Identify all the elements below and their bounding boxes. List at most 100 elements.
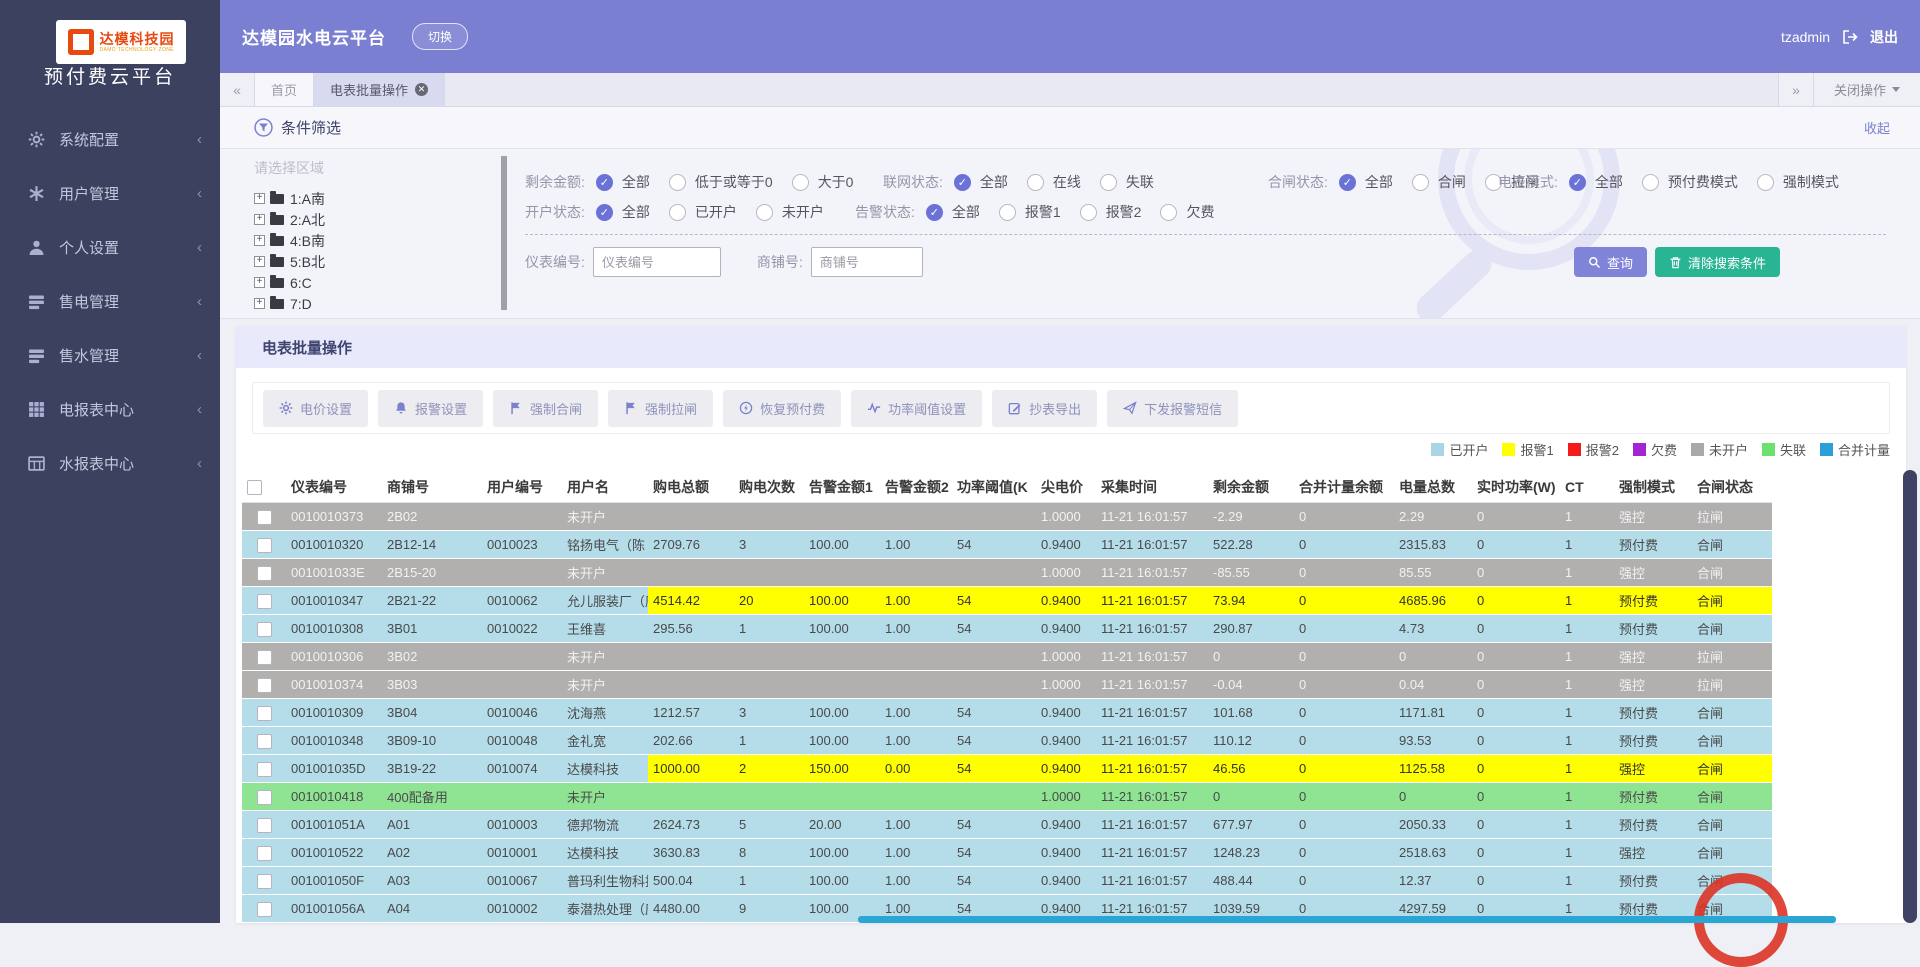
toolbar-button-6[interactable]: 抄表导出 — [992, 390, 1097, 427]
row-checkbox[interactable] — [257, 622, 272, 637]
toolbar-button-3[interactable]: 强制拉闸 — [608, 390, 713, 427]
tree-expander-icon[interactable]: + — [254, 277, 265, 288]
radio-checked[interactable]: ✓ — [954, 174, 971, 191]
tree-expander-icon[interactable]: + — [254, 214, 265, 225]
row-checkbox[interactable] — [257, 678, 272, 693]
tree-node-2[interactable]: +4:B南 — [254, 230, 494, 251]
tree-node-label[interactable]: 2:A北 — [290, 210, 325, 230]
tree-node-label[interactable]: 5:B北 — [290, 252, 325, 272]
row-checkbox[interactable] — [257, 566, 272, 581]
tree-expander-icon[interactable]: + — [254, 256, 265, 267]
select-all-checkbox[interactable] — [247, 480, 262, 495]
radio-unchecked[interactable] — [1642, 174, 1659, 191]
row-checkbox[interactable] — [257, 874, 272, 889]
radio-option-label[interactable]: 失联 — [1126, 172, 1154, 192]
tree-node-label[interactable]: 4:B南 — [290, 231, 325, 251]
row-checkbox[interactable] — [257, 818, 272, 833]
tab-0[interactable]: 首页 — [255, 73, 314, 106]
radio-option-label[interactable]: 欠费 — [1186, 202, 1214, 222]
row-checkbox[interactable] — [257, 650, 272, 665]
vertical-scrollbar[interactable] — [1903, 470, 1917, 923]
shop-no-input[interactable] — [811, 247, 923, 277]
tree-node-label[interactable]: 6:C — [290, 275, 312, 291]
scroll-tabs-left-icon[interactable]: « — [220, 73, 255, 106]
horizontal-scrollbar[interactable] — [858, 916, 1836, 923]
row-checkbox[interactable] — [257, 594, 272, 609]
logout-button[interactable]: 退出 — [1870, 27, 1898, 47]
close-operations-dropdown[interactable]: 关闭操作 — [1813, 73, 1920, 106]
tree-node-1[interactable]: +2:A北 — [254, 209, 494, 230]
logout-icon[interactable] — [1842, 29, 1858, 45]
sidebar-item-5[interactable]: 电报表中心‹ — [0, 382, 220, 436]
radio-unchecked[interactable] — [1027, 174, 1044, 191]
row-checkbox[interactable] — [257, 762, 272, 777]
clear-search-button[interactable]: 清除搜索条件 — [1655, 247, 1780, 277]
sidebar-item-6[interactable]: 水报表中心‹ — [0, 436, 220, 490]
switch-button[interactable]: 切换 — [412, 23, 468, 50]
sidebar-item-2[interactable]: 个人设置‹ — [0, 220, 220, 274]
sidebar-item-1[interactable]: 用户管理‹ — [0, 166, 220, 220]
radio-option-label[interactable]: 全部 — [622, 202, 650, 222]
radio-unchecked[interactable] — [792, 174, 809, 191]
meter-no-input[interactable] — [593, 247, 721, 277]
radio-option-label[interactable]: 已开户 — [695, 202, 737, 222]
radio-unchecked[interactable] — [1080, 204, 1097, 221]
radio-unchecked[interactable] — [1160, 204, 1177, 221]
radio-option-label[interactable]: 全部 — [952, 202, 980, 222]
radio-unchecked[interactable] — [669, 174, 686, 191]
radio-option-label[interactable]: 预付费模式 — [1668, 172, 1738, 192]
tree-node-5[interactable]: +7:D — [254, 293, 494, 314]
radio-option-label[interactable]: 大于0 — [818, 172, 854, 192]
row-checkbox[interactable] — [257, 902, 272, 917]
radio-option-label[interactable]: 未开户 — [782, 202, 824, 222]
row-checkbox[interactable] — [257, 846, 272, 861]
radio-option-label[interactable]: 低于或等于0 — [695, 172, 773, 192]
sidebar-item-0[interactable]: 系统配置‹ — [0, 112, 220, 166]
tree-node-0[interactable]: +1:A南 — [254, 188, 494, 209]
row-checkbox[interactable] — [257, 706, 272, 721]
radio-unchecked[interactable] — [1100, 174, 1117, 191]
toolbar-button-2[interactable]: 强制合闸 — [493, 390, 598, 427]
radio-option-label[interactable]: 报警2 — [1106, 202, 1142, 222]
splitter-handle[interactable] — [501, 156, 507, 310]
search-button[interactable]: 查询 — [1574, 247, 1647, 277]
toolbar-button-1[interactable]: 报警设置 — [378, 390, 483, 427]
tab-1[interactable]: 电表批量操作✕ — [314, 73, 445, 106]
collapse-filter-link[interactable]: 收起 — [1864, 118, 1890, 137]
radio-option-label[interactable]: 报警1 — [1025, 202, 1061, 222]
toolbar-button-5[interactable]: 功率阈值设置 — [851, 390, 982, 427]
radio-option-label[interactable]: 全部 — [1595, 172, 1623, 192]
radio-checked[interactable]: ✓ — [1569, 174, 1586, 191]
radio-unchecked[interactable] — [756, 204, 773, 221]
row-checkbox[interactable] — [257, 734, 272, 749]
tree-expander-icon[interactable]: + — [254, 298, 265, 309]
toolbar-button-0[interactable]: 电价设置 — [263, 390, 368, 427]
tree-node-4[interactable]: +6:C — [254, 272, 494, 293]
scroll-tabs-right-icon[interactable]: » — [1778, 73, 1813, 106]
radio-unchecked[interactable] — [669, 204, 686, 221]
tab-close-icon[interactable]: ✕ — [415, 83, 428, 96]
tree-node-3[interactable]: +5:B北 — [254, 251, 494, 272]
radio-unchecked[interactable] — [1757, 174, 1774, 191]
tree-expander-icon[interactable]: + — [254, 235, 265, 246]
radio-unchecked[interactable] — [999, 204, 1016, 221]
tree-node-label[interactable]: 7:D — [290, 296, 312, 312]
row-checkbox[interactable] — [257, 538, 272, 553]
radio-checked[interactable]: ✓ — [596, 204, 613, 221]
radio-option-label[interactable]: 全部 — [1365, 172, 1393, 192]
sidebar-item-3[interactable]: 售电管理‹ — [0, 274, 220, 328]
radio-unchecked[interactable] — [1412, 174, 1429, 191]
radio-option-label[interactable]: 合闸 — [1438, 172, 1466, 192]
radio-checked[interactable]: ✓ — [1339, 174, 1356, 191]
radio-option-label[interactable]: 在线 — [1053, 172, 1081, 192]
radio-checked[interactable]: ✓ — [596, 174, 613, 191]
radio-option-label[interactable]: 强制模式 — [1783, 172, 1839, 192]
radio-option-label[interactable]: 全部 — [622, 172, 650, 192]
radio-checked[interactable]: ✓ — [926, 204, 943, 221]
tree-node-label[interactable]: 1:A南 — [290, 189, 325, 209]
radio-option-label[interactable]: 全部 — [980, 172, 1008, 192]
row-checkbox[interactable] — [257, 510, 272, 525]
row-checkbox[interactable] — [257, 790, 272, 805]
username[interactable]: tzadmin — [1781, 29, 1830, 45]
toolbar-button-4[interactable]: 恢复预付费 — [723, 390, 841, 427]
